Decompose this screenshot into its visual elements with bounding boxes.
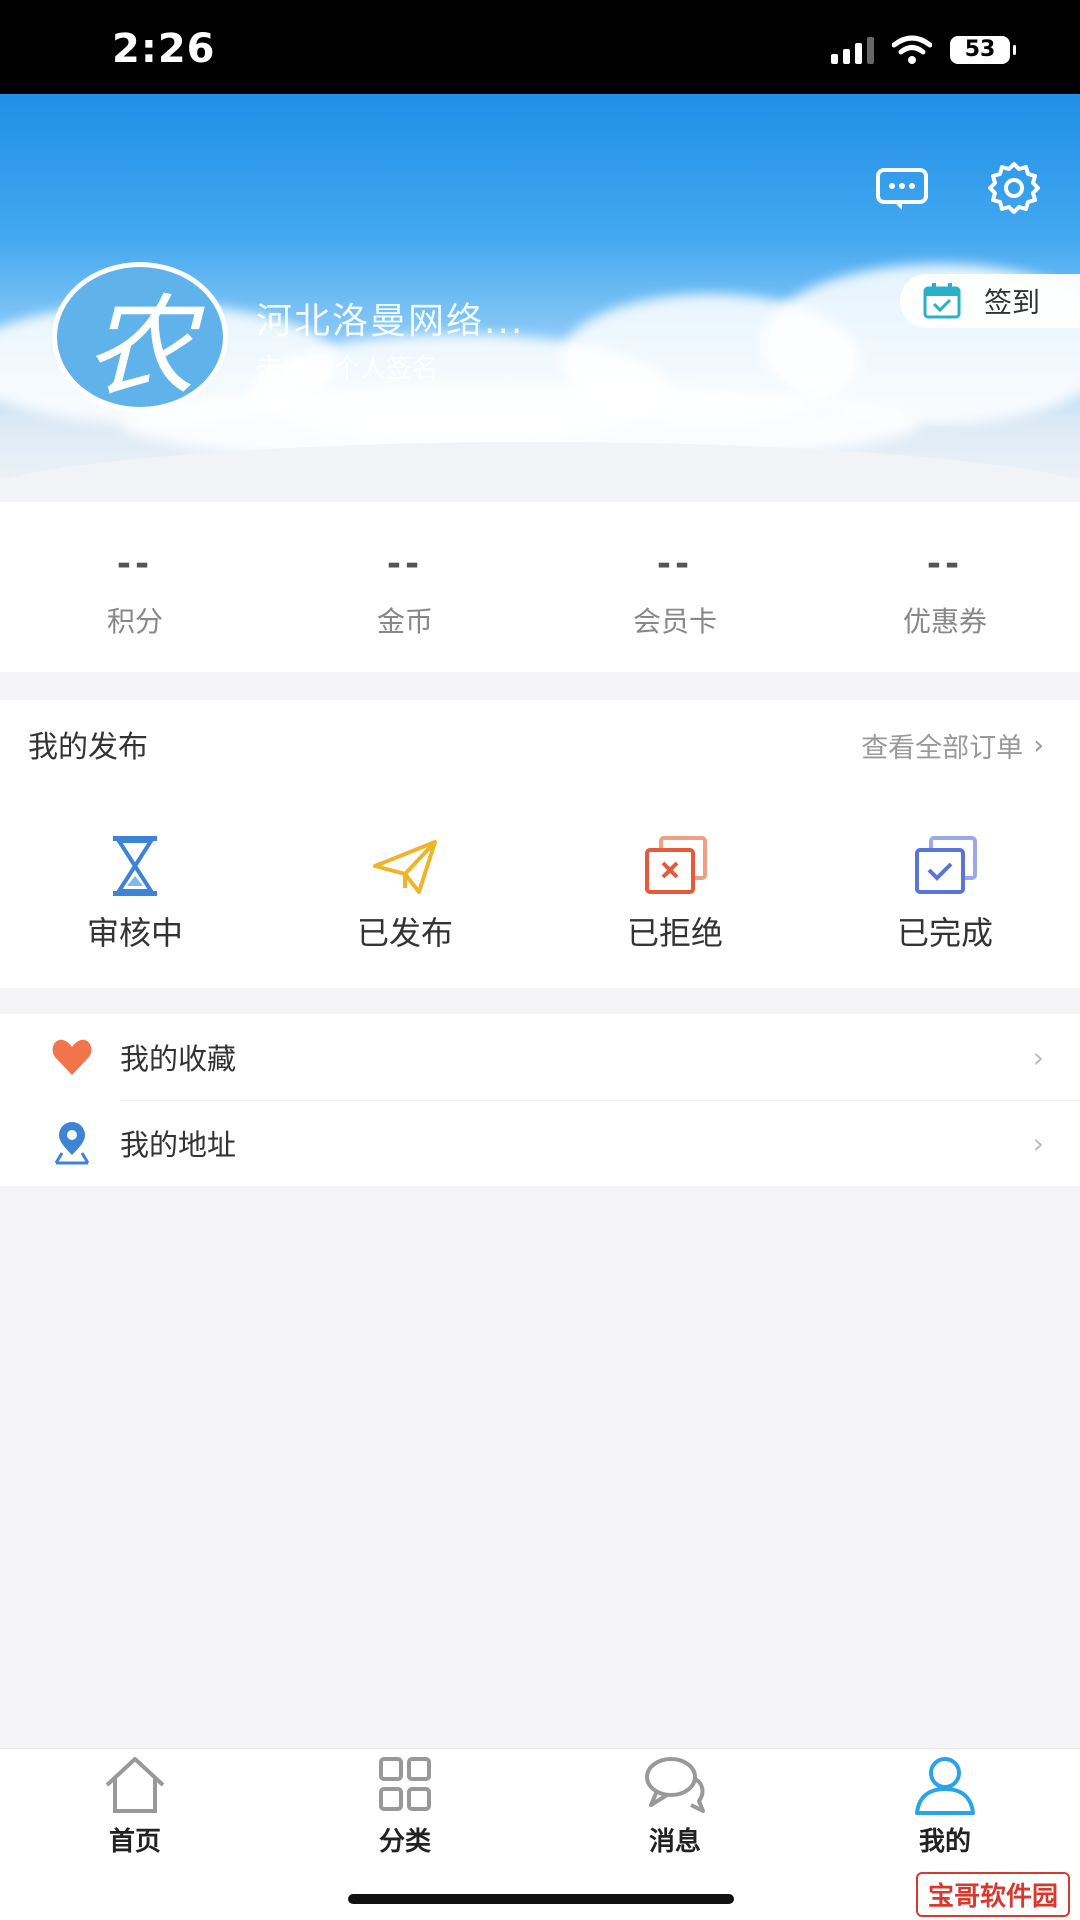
rejected-icon xyxy=(645,836,707,894)
pub-label: 审核中 xyxy=(86,914,183,952)
checkin-label: 签到 xyxy=(984,286,1041,319)
completed-icon xyxy=(915,836,977,894)
chat-icon xyxy=(645,1757,705,1813)
stat-value: -- xyxy=(656,544,694,584)
list-item-address[interactable]: 我的地址 › xyxy=(0,1100,1080,1186)
menu-list: 我的收藏 › 我的地址 › xyxy=(0,1014,1080,1186)
watermark: 宝哥软件园 xyxy=(915,1872,1070,1917)
stat-label: 优惠券 xyxy=(902,605,987,638)
user-signature: 未填写个人签名 xyxy=(256,354,439,384)
pub-item-completed[interactable]: 已完成 xyxy=(810,830,1080,954)
pub-label: 已拒绝 xyxy=(626,914,723,952)
home-indicator xyxy=(348,1894,734,1904)
user-name[interactable]: 河北洛曼网络... xyxy=(256,292,524,344)
list-item-favorites[interactable]: 我的收藏 › xyxy=(0,1014,1080,1100)
calendar-check-icon xyxy=(923,283,961,319)
chevron-right-icon: › xyxy=(1032,1126,1044,1160)
status-bar: 2:26 53 xyxy=(0,0,1080,94)
pub-item-reviewing[interactable]: 审核中 xyxy=(0,830,270,954)
tab-label: 消息 xyxy=(648,1827,701,1857)
chat-bubble-icon[interactable] xyxy=(872,158,932,218)
profile-header: 签到 农 河北洛曼网络... 未填写个人签名 xyxy=(0,94,1080,502)
avatar[interactable]: 农 xyxy=(52,262,228,412)
paper-plane-icon xyxy=(373,840,437,894)
stat-value: -- xyxy=(116,544,154,584)
pub-item-rejected[interactable]: 已拒绝 xyxy=(540,830,810,954)
gear-icon[interactable] xyxy=(984,158,1044,218)
user-icon xyxy=(915,1757,975,1815)
battery-indicator: 53 xyxy=(950,36,1016,64)
stat-coins[interactable]: -- 金币 xyxy=(270,502,540,672)
my-publications: 我的发布 查看全部订单 › 审核中 已发布 已拒绝 已完成 xyxy=(0,700,1080,988)
stats-row: -- 积分 -- 金币 -- 会员卡 -- 优惠券 xyxy=(0,502,1080,672)
tab-label: 首页 xyxy=(108,1827,161,1857)
stat-label: 金币 xyxy=(376,605,433,638)
pub-label: 已完成 xyxy=(896,914,993,952)
tab-label: 分类 xyxy=(378,1827,431,1857)
stat-label: 会员卡 xyxy=(632,605,717,638)
signal-icon xyxy=(831,36,874,64)
hourglass-icon xyxy=(113,836,157,896)
checkin-button[interactable]: 签到 xyxy=(900,274,1080,328)
stat-points[interactable]: -- 积分 xyxy=(0,502,270,672)
tab-home[interactable]: 首页 xyxy=(0,1749,270,1920)
view-all-orders-link[interactable]: 查看全部订单 › xyxy=(861,726,1044,765)
section-title: 我的发布 xyxy=(28,730,148,765)
tab-label: 我的 xyxy=(918,1827,971,1857)
view-all-label: 查看全部订单 xyxy=(861,733,1024,764)
pub-item-published[interactable]: 已发布 xyxy=(270,830,540,954)
home-icon xyxy=(105,1757,165,1813)
header-wave xyxy=(0,442,1080,502)
pub-label: 已发布 xyxy=(356,914,453,952)
wifi-icon xyxy=(892,35,932,64)
heart-icon xyxy=(52,1039,92,1075)
status-time: 2:26 xyxy=(112,26,216,72)
stat-value: -- xyxy=(926,544,964,584)
status-icons: 53 xyxy=(831,30,1016,70)
list-label: 我的地址 xyxy=(120,1128,237,1162)
stat-value: -- xyxy=(386,544,424,584)
stat-coupons[interactable]: -- 优惠券 xyxy=(810,502,1080,672)
stat-label: 积分 xyxy=(106,605,163,638)
chevron-right-icon: › xyxy=(1033,730,1044,761)
stat-member-card[interactable]: -- 会员卡 xyxy=(540,502,810,672)
grid-icon xyxy=(379,1757,431,1811)
location-pin-icon xyxy=(54,1122,90,1165)
list-label: 我的收藏 xyxy=(120,1042,237,1076)
chevron-right-icon: › xyxy=(1032,1040,1044,1074)
